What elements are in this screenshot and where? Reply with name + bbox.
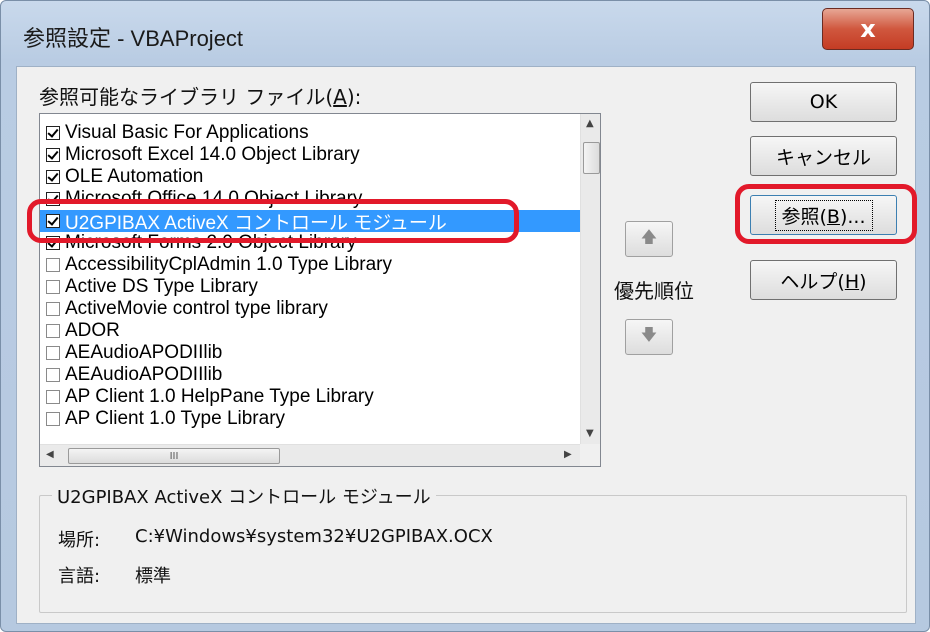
library-item-label: OLE Automation bbox=[65, 166, 204, 187]
library-item-label: AEAudioAPODIIlib bbox=[65, 364, 223, 385]
library-item[interactable]: Microsoft Excel 14.0 Object Library bbox=[40, 144, 580, 166]
library-list[interactable]: Visual Basic For Applications Microsoft E… bbox=[40, 114, 580, 444]
library-item-label: Microsoft Excel 14.0 Object Library bbox=[65, 144, 360, 165]
library-item-label: Visual Basic For Applications bbox=[65, 122, 309, 143]
dialog-client-area: 参照可能なライブラリ ファイル(A): Visual Basic For App… bbox=[16, 66, 916, 624]
library-item[interactable]: ActiveMovie control type library bbox=[40, 298, 580, 320]
library-checkbox[interactable] bbox=[46, 148, 60, 162]
library-item-label: AccessibilityCplAdmin 1.0 Type Library bbox=[65, 254, 393, 275]
scroll-left-icon[interactable]: ◀ bbox=[46, 449, 54, 460]
library-checkbox[interactable] bbox=[46, 412, 60, 426]
library-checkbox[interactable] bbox=[46, 302, 60, 316]
horizontal-scrollbar[interactable]: ◀ III ▶ bbox=[40, 444, 580, 466]
priority-down-button[interactable]: 🡇 bbox=[625, 319, 673, 355]
library-item[interactable]: AP Client 1.0 HelpPane Type Library bbox=[40, 386, 580, 408]
close-button[interactable]: x bbox=[822, 8, 914, 50]
library-item[interactable]: Active DS Type Library bbox=[40, 276, 580, 298]
library-item-label: Active DS Type Library bbox=[65, 276, 258, 297]
cancel-button-label: キャンセル bbox=[775, 146, 871, 169]
library-item-label: ActiveMovie control type library bbox=[65, 298, 328, 319]
location-label: 場所: bbox=[58, 530, 101, 551]
library-item-label: AP Client 1.0 Type Library bbox=[65, 408, 286, 429]
library-listbox[interactable]: Visual Basic For Applications Microsoft E… bbox=[39, 113, 601, 467]
arrow-up-icon: 🡅 bbox=[640, 226, 658, 246]
library-checkbox[interactable] bbox=[46, 258, 60, 272]
library-checkbox[interactable] bbox=[46, 368, 60, 382]
priority-up-button[interactable]: 🡅 bbox=[625, 221, 673, 257]
scroll-right-icon[interactable]: ▶ bbox=[564, 449, 572, 460]
library-checkbox[interactable] bbox=[46, 280, 60, 294]
vertical-scroll-thumb[interactable] bbox=[583, 142, 600, 174]
location-value: C:¥Windows¥system32¥U2GPIBAX.OCX bbox=[135, 526, 493, 547]
library-item[interactable]: AccessibilityCplAdmin 1.0 Type Library bbox=[40, 254, 580, 276]
language-value: 標準 bbox=[135, 566, 171, 587]
library-item[interactable]: ADOR bbox=[40, 320, 580, 342]
scroll-down-icon[interactable]: ▼ bbox=[586, 428, 594, 439]
ok-button[interactable]: OK bbox=[750, 82, 897, 122]
library-details-group: U2GPIBAX ActiveX コントロール モジュール 場所: C:¥Win… bbox=[39, 483, 907, 613]
library-checkbox[interactable] bbox=[46, 126, 60, 140]
library-item[interactable]: OLE Automation bbox=[40, 166, 580, 188]
available-libraries-label: 参照可能なライブラリ ファイル(A): bbox=[39, 85, 362, 109]
library-item[interactable]: AEAudioAPODIIlib bbox=[40, 342, 580, 364]
library-checkbox[interactable] bbox=[46, 346, 60, 360]
arrow-down-icon: 🡇 bbox=[640, 324, 658, 344]
window-title: 参照設定 - VBAProject bbox=[23, 26, 244, 51]
library-item[interactable]: Visual Basic For Applications bbox=[40, 122, 580, 144]
scroll-grip: III bbox=[169, 450, 179, 462]
language-label: 言語: bbox=[58, 566, 101, 587]
scrollbar-corner bbox=[580, 444, 600, 466]
library-item-label: AP Client 1.0 HelpPane Type Library bbox=[65, 386, 374, 407]
priority-label: 優先順位 bbox=[614, 279, 694, 303]
close-icon: x bbox=[860, 15, 876, 43]
annotation-highlight-selected-library bbox=[27, 199, 519, 243]
help-button[interactable]: ヘルプ(H) bbox=[750, 260, 897, 300]
library-item[interactable]: AEAudioAPODIIlib bbox=[40, 364, 580, 386]
library-item[interactable]: AP Client 1.0 Type Library bbox=[40, 408, 580, 430]
ok-button-label: OK bbox=[809, 91, 838, 113]
vertical-scrollbar[interactable]: ▲ ▼ bbox=[580, 114, 600, 444]
library-item-label: ADOR bbox=[65, 320, 120, 341]
help-button-label: ヘルプ(H) bbox=[780, 270, 867, 293]
dialog-window: 参照設定 - VBAProject x 参照可能なライブラリ ファイル(A): … bbox=[0, 0, 930, 632]
library-checkbox[interactable] bbox=[46, 170, 60, 184]
annotation-highlight-browse-button bbox=[735, 184, 917, 244]
library-checkbox[interactable] bbox=[46, 324, 60, 338]
scroll-up-icon[interactable]: ▲ bbox=[586, 118, 594, 129]
library-checkbox[interactable] bbox=[46, 390, 60, 404]
library-item-label: AEAudioAPODIIlib bbox=[65, 342, 223, 363]
cancel-button[interactable]: キャンセル bbox=[750, 136, 897, 176]
horizontal-scroll-thumb[interactable]: III bbox=[68, 448, 280, 464]
details-title: U2GPIBAX ActiveX コントロール モジュール bbox=[52, 483, 436, 509]
